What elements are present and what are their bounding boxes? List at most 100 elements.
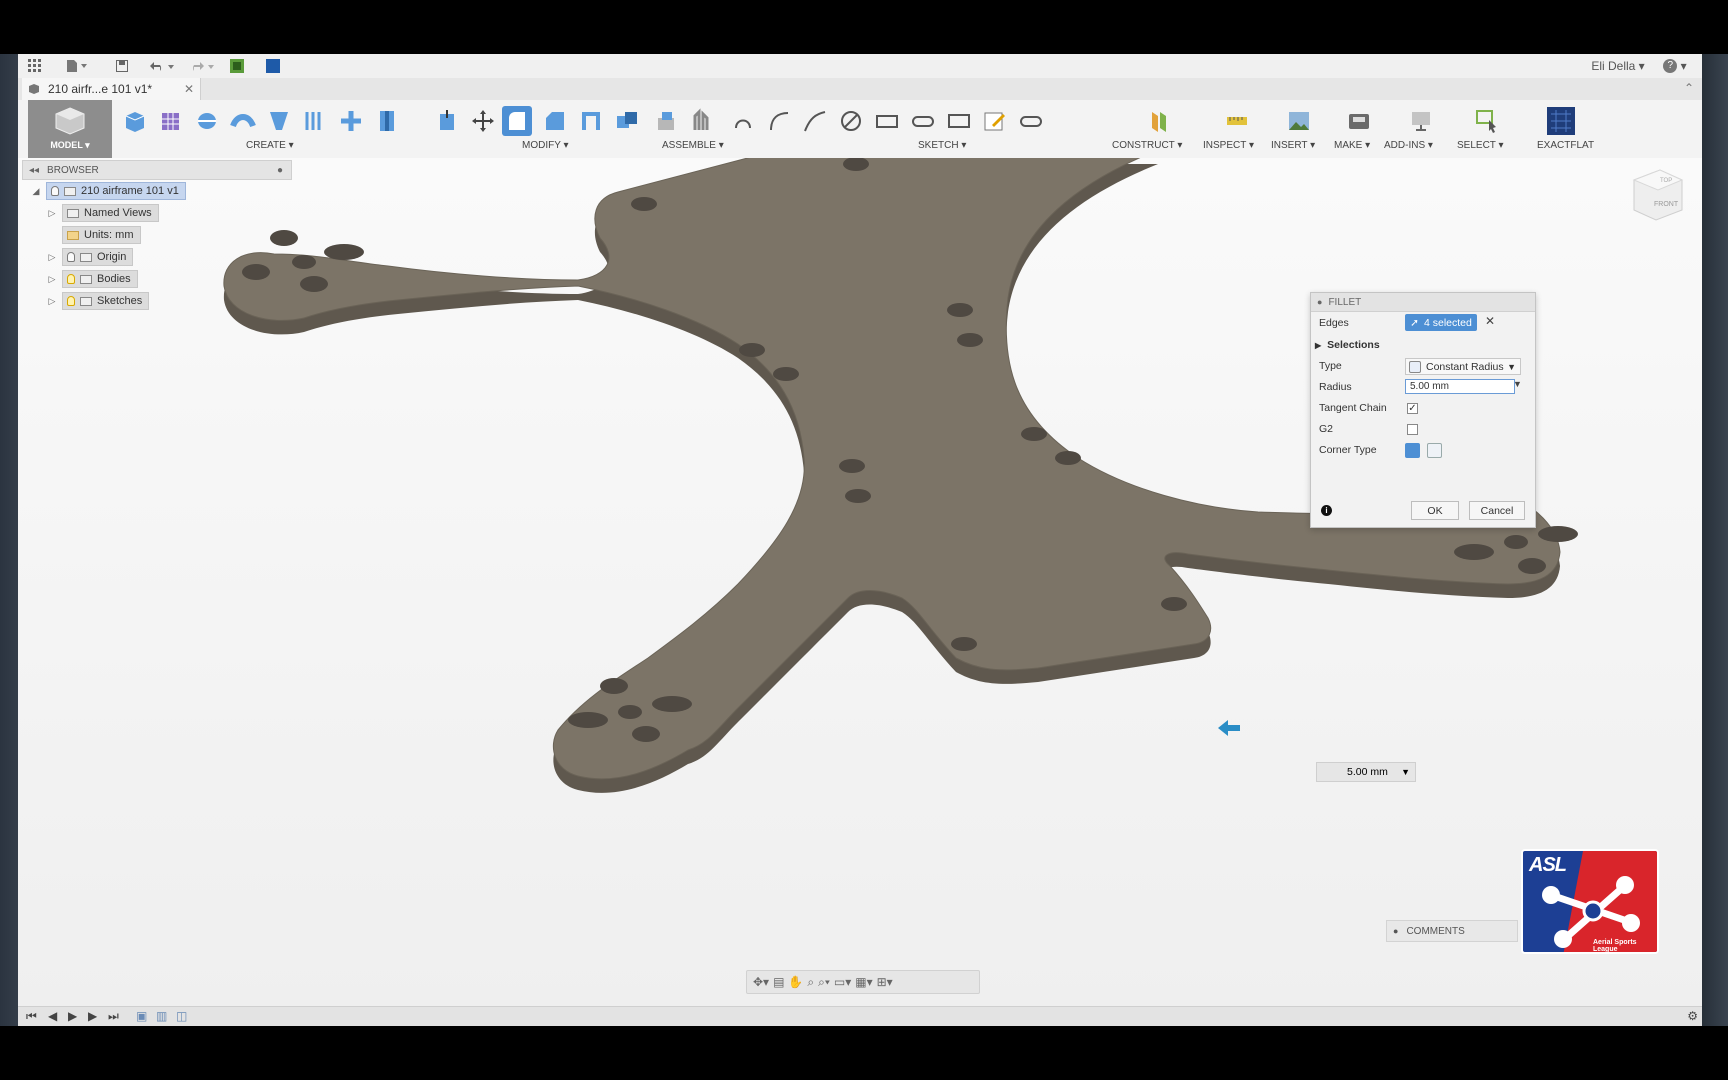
exactflat-menu[interactable]: EXACTFLAT bbox=[1537, 140, 1594, 151]
sketch-offset-icon[interactable] bbox=[946, 108, 972, 134]
3d-print-icon[interactable] bbox=[1346, 108, 1372, 134]
new-component-icon[interactable] bbox=[654, 108, 680, 134]
joint-icon[interactable] bbox=[690, 108, 716, 134]
view-cube[interactable]: TOP FRONT bbox=[1626, 162, 1690, 226]
browser-item-named-views[interactable]: ▷ Named Views bbox=[46, 204, 159, 222]
workspace-switcher[interactable]: MODEL ▾ bbox=[28, 100, 112, 158]
edges-selection-button[interactable]: ➚ 4 selected bbox=[1405, 314, 1477, 331]
timeline-fillet-feature-icon[interactable]: ◫ bbox=[176, 1009, 187, 1023]
expand-icon[interactable]: ▷ bbox=[46, 274, 58, 285]
radius-dropdown-arrow-icon[interactable]: ▼ bbox=[1513, 379, 1522, 389]
browser-item-units[interactable]: Units: mm bbox=[62, 226, 141, 244]
visibility-bulb-icon[interactable] bbox=[51, 186, 59, 196]
visibility-bulb-icon[interactable] bbox=[67, 274, 75, 284]
comments-panel[interactable]: ● COMMENTS bbox=[1386, 920, 1518, 942]
display-settings-icon[interactable]: ▭▾ bbox=[834, 975, 851, 989]
insert-image-icon[interactable] bbox=[1286, 108, 1312, 134]
type-dropdown[interactable]: Constant Radius ▼ bbox=[1405, 358, 1521, 375]
save-icon[interactable] bbox=[114, 57, 130, 75]
stop-sketch-icon[interactable] bbox=[1018, 108, 1044, 134]
tangent-chain-checkbox[interactable]: ✓ bbox=[1407, 403, 1418, 414]
select-menu[interactable]: SELECT ▾ bbox=[1457, 140, 1504, 151]
sketch-circle-icon[interactable] bbox=[838, 108, 864, 134]
browser-root-node[interactable]: ◢ 210 airframe 101 v1 bbox=[30, 182, 186, 200]
press-pull-icon[interactable] bbox=[434, 108, 460, 134]
visibility-bulb-icon[interactable] bbox=[67, 296, 75, 306]
shell-icon[interactable] bbox=[578, 108, 604, 134]
expand-icon[interactable]: ▷ bbox=[46, 252, 58, 263]
fillet-dialog-header[interactable]: ● FILLET bbox=[1311, 293, 1535, 312]
form-icon[interactable] bbox=[158, 108, 184, 134]
assemble-menu[interactable]: ASSEMBLE ▾ bbox=[662, 140, 724, 151]
collapse-browser-icon[interactable]: ◂◂ bbox=[29, 165, 39, 176]
expand-icon[interactable]: ▷ bbox=[46, 296, 58, 307]
dialog-collapse-icon[interactable]: ● bbox=[1317, 297, 1322, 307]
timeline-extrude-feature-icon[interactable]: ▥ bbox=[156, 1009, 167, 1023]
construct-plane-icon[interactable] bbox=[1146, 108, 1172, 134]
collapse-ribbon-icon[interactable]: ⌃ bbox=[1684, 81, 1694, 95]
ok-button[interactable]: OK bbox=[1411, 501, 1459, 520]
sketch-spline-icon[interactable] bbox=[802, 108, 828, 134]
redo-icon[interactable] bbox=[188, 57, 216, 75]
expand-icon[interactable]: ▷ bbox=[46, 208, 58, 219]
pan-icon[interactable]: ✋ bbox=[788, 975, 803, 989]
fillet-tool-active[interactable] bbox=[502, 106, 532, 136]
step-back-icon[interactable]: ◀ bbox=[48, 1009, 57, 1023]
close-tab-icon[interactable]: ✕ bbox=[184, 82, 194, 96]
selections-section[interactable]: ▶ Selections bbox=[1315, 337, 1380, 353]
browser-item-bodies[interactable]: ▷ Bodies bbox=[46, 270, 138, 288]
combine-icon[interactable] bbox=[614, 108, 640, 134]
radius-manipulator-input[interactable]: 5.00 mm ▼ bbox=[1316, 762, 1416, 782]
browser-options-icon[interactable]: ● bbox=[277, 165, 283, 176]
select-icon[interactable] bbox=[1474, 108, 1500, 134]
browser-header[interactable]: ◂◂ BROWSER ● bbox=[22, 160, 292, 180]
info-icon[interactable]: i bbox=[1321, 505, 1332, 516]
sketch-menu[interactable]: SKETCH ▾ bbox=[918, 140, 966, 151]
corner-rolling-ball-icon[interactable] bbox=[1405, 443, 1420, 458]
box-icon[interactable] bbox=[122, 108, 148, 134]
help-icon[interactable]: ? ▾ bbox=[1660, 57, 1690, 75]
fit-icon[interactable]: ⌕▾ bbox=[818, 975, 830, 990]
create-sketch-icon[interactable] bbox=[982, 108, 1008, 134]
revolve-icon[interactable] bbox=[194, 108, 220, 134]
manipulator-dropdown-icon[interactable]: ▼ bbox=[1401, 767, 1410, 777]
construct-menu[interactable]: CONSTRUCT ▾ bbox=[1112, 140, 1182, 151]
expand-root-icon[interactable]: ◢ bbox=[30, 186, 42, 197]
insert-menu[interactable]: INSERT ▾ bbox=[1271, 140, 1315, 151]
sketch-arc-icon[interactable] bbox=[766, 108, 792, 134]
play-icon[interactable]: ▶ bbox=[68, 1009, 77, 1023]
exactflat-icon[interactable] bbox=[1546, 106, 1576, 136]
addins-menu[interactable]: ADD-INS ▾ bbox=[1384, 140, 1433, 151]
create-menu[interactable]: CREATE ▾ bbox=[246, 140, 294, 151]
chamfer-icon[interactable] bbox=[542, 108, 568, 134]
apps-grid-icon[interactable] bbox=[26, 57, 44, 75]
job-status-icon[interactable] bbox=[264, 57, 282, 75]
timeline-sketch-feature-icon[interactable]: ▣ bbox=[136, 1009, 147, 1023]
cancel-button[interactable]: Cancel bbox=[1469, 501, 1525, 520]
viewports-icon[interactable]: ⊞▾ bbox=[877, 975, 893, 989]
visibility-bulb-icon[interactable] bbox=[67, 252, 75, 262]
document-tab[interactable]: 210 airfr...e 101 v1* ✕ bbox=[22, 78, 201, 100]
data-panel-icon[interactable] bbox=[228, 57, 246, 75]
g2-checkbox[interactable] bbox=[1407, 424, 1418, 435]
inspect-menu[interactable]: INSPECT ▾ bbox=[1203, 140, 1254, 151]
zoom-icon[interactable]: ⌕ bbox=[807, 975, 814, 990]
timeline-settings-icon[interactable]: ⚙ bbox=[1687, 1009, 1698, 1023]
look-at-icon[interactable]: ▤ bbox=[773, 975, 784, 989]
browser-item-origin[interactable]: ▷ Origin bbox=[46, 248, 134, 266]
measure-icon[interactable] bbox=[1224, 108, 1250, 134]
scripts-addins-icon[interactable] bbox=[1408, 108, 1434, 134]
clear-selection-icon[interactable]: ✕ bbox=[1485, 314, 1495, 328]
browser-item-sketches[interactable]: ▷ Sketches bbox=[46, 292, 150, 310]
modify-menu[interactable]: MODIFY ▾ bbox=[522, 140, 569, 151]
move-icon[interactable] bbox=[470, 108, 496, 134]
orbit-icon[interactable]: ✥▾ bbox=[753, 975, 769, 989]
make-menu[interactable]: MAKE ▾ bbox=[1334, 140, 1370, 151]
sketch-line-icon[interactable] bbox=[730, 108, 756, 134]
go-to-start-icon[interactable]: ⏮ bbox=[26, 1009, 37, 1024]
web-icon[interactable] bbox=[338, 108, 364, 134]
hole-icon[interactable] bbox=[374, 108, 400, 134]
go-to-end-icon[interactable]: ⏭ bbox=[108, 1009, 119, 1024]
comments-toggle-icon[interactable]: ● bbox=[1393, 926, 1398, 936]
loft-icon[interactable] bbox=[266, 108, 292, 134]
